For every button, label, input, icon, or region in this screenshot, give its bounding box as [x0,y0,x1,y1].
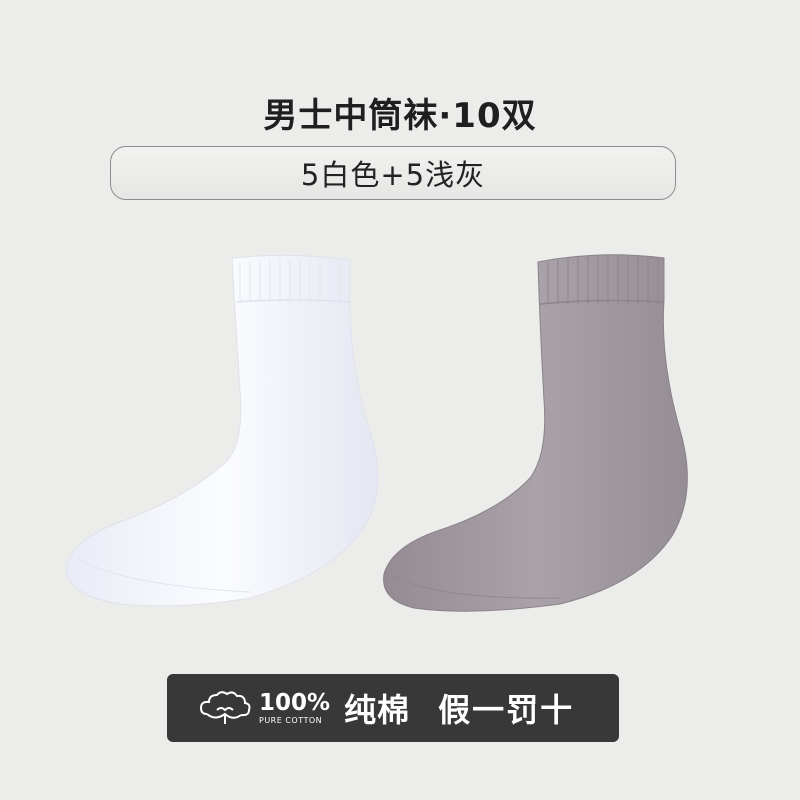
white-sock [65,254,379,607]
material-badge: 100% PURE COTTON 纯棉 假一罚十 [167,674,619,742]
subtitle-pill: 5白色+5浅灰 [110,146,676,200]
color-combination-label: 5白色+5浅灰 [300,158,486,192]
product-title: 男士中筒袜·10双 [263,96,537,136]
guarantee-label: 假一罚十 [438,691,575,729]
cotton-percentage: 100% [259,689,331,716]
product-image [65,254,688,612]
cotton-icon [199,691,251,724]
grey-sock [383,254,688,612]
pure-cotton-label: PURE COTTON [259,715,323,725]
material-label: 纯棉 [344,691,411,729]
